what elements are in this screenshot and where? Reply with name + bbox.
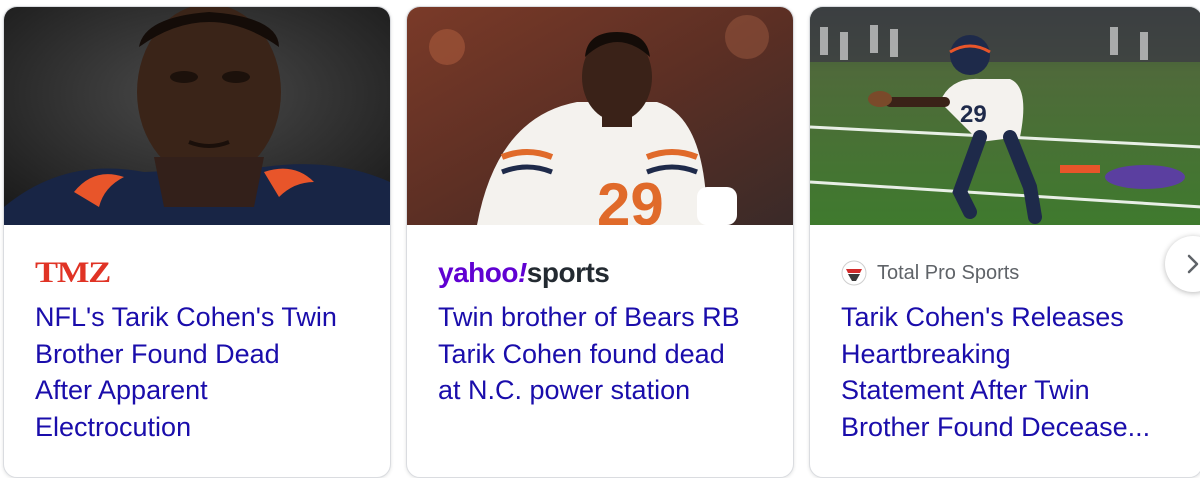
headline-line: Brother Found Dead <box>35 338 280 369</box>
svg-text:29: 29 <box>597 171 664 225</box>
yahoo-sports-logo: yahoo!sports <box>438 257 610 289</box>
logo-brand: yahoo <box>438 257 518 288</box>
svg-text:29: 29 <box>960 101 987 128</box>
headline-line: Heartbreaking <box>841 338 1011 369</box>
tmz-logo: TMZ <box>35 256 111 289</box>
news-card-total-pro-sports[interactable]: 29 Total Pro Sports Tarik Cohen's Releas… <box>809 6 1200 478</box>
article-thumbnail[interactable]: 29 <box>407 7 793 225</box>
logo-mark: ! <box>517 257 527 288</box>
article-headline[interactable]: Twin brother of Bears RB Tarik Cohen fou… <box>438 299 778 409</box>
headline-line: After Apparent <box>35 375 208 405</box>
headline-line: Electrocution <box>35 411 192 442</box>
source-logo-tmz: TMZ <box>35 256 111 289</box>
article-thumbnail[interactable]: 29 <box>810 7 1200 225</box>
headline-line: at N.C. power station <box>438 375 691 405</box>
chevron-right-icon <box>1187 254 1199 274</box>
article-headline[interactable]: Tarik Cohen's Releases Heartbreaking Sta… <box>841 299 1171 445</box>
headline-line: NFL's Tarik Cohen's Twin <box>35 302 337 332</box>
headline-line: Twin brother of Bears RB <box>438 302 740 332</box>
source-name: Total Pro Sports <box>877 261 1020 284</box>
headline-line: Tarik Cohen's Releases <box>841 302 1124 332</box>
news-carousel: TMZ NFL's Tarik Cohen's Twin Brother Fou… <box>0 0 1200 478</box>
logo-section: sports <box>526 257 610 288</box>
headline-line: Tarik Cohen found dead <box>438 338 725 369</box>
source-total-pro-sports: Total Pro Sports <box>841 257 1019 289</box>
news-card-yahoo-sports[interactable]: 29 yahoo!sports Twin brother of Bears RB… <box>406 6 794 478</box>
total-pro-sports-favicon-icon <box>841 260 867 286</box>
article-headline[interactable]: NFL's Tarik Cohen's Twin Brother Found D… <box>35 299 375 445</box>
headline-line: Brother Found Decease... <box>841 411 1151 442</box>
news-card-tmz[interactable]: TMZ NFL's Tarik Cohen's Twin Brother Fou… <box>3 6 391 478</box>
headline-line: Statement After Twin <box>841 375 1090 405</box>
source-logo-yahoo-sports: yahoo!sports <box>438 257 610 289</box>
article-thumbnail[interactable] <box>4 7 390 225</box>
